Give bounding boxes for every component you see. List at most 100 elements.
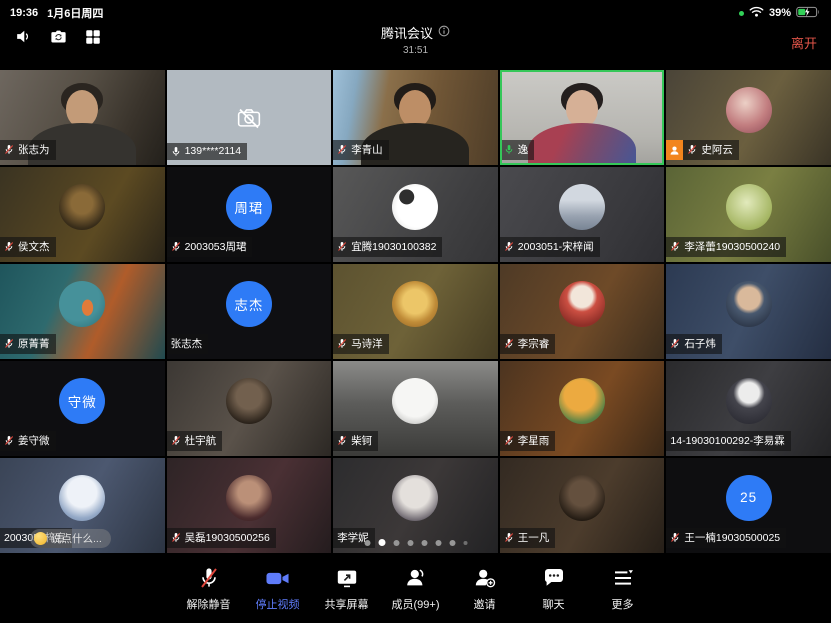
members-button[interactable]: 成员(99+) (392, 565, 440, 623)
participant-tile[interactable]: 志杰张志杰 (167, 264, 332, 359)
page-dot[interactable] (449, 540, 455, 546)
mic-status-icon (171, 435, 181, 446)
invite-button[interactable]: 邀请 (461, 565, 509, 623)
participant-name-tag: 宜腾19030100382 (333, 237, 442, 257)
tool-label: 聊天 (543, 596, 565, 612)
page-dot[interactable] (435, 540, 441, 546)
page-indicator[interactable] (364, 539, 467, 546)
participant-tile[interactable]: 石子炜 (666, 264, 831, 359)
chat-quick-bubble-text: 说点什么... (51, 531, 102, 546)
participant-tile[interactable]: 吴磊19030500256 (167, 458, 332, 553)
avatar (726, 378, 772, 424)
mic-status-icon (670, 241, 680, 252)
participant-tile[interactable]: 守微姜守微 (0, 361, 165, 456)
participant-name: 2003053周珺 (185, 239, 247, 254)
mic-status-icon (670, 338, 680, 349)
share-screen-button[interactable]: 共享屏幕 (323, 565, 371, 623)
participant-tile[interactable]: 14-19030100292-李易霖 (666, 361, 831, 456)
participant-tile[interactable]: 李泽蕾19030500240 (666, 167, 831, 262)
participant-tile[interactable]: 2003053梓宣说点什么... (0, 458, 165, 553)
chat-icon (542, 565, 566, 591)
avatar (559, 378, 605, 424)
participant-name-tag-body: 14-19030100292-李易霖 (666, 431, 790, 451)
participant-tile[interactable]: 杜宇航 (167, 361, 332, 456)
speaker-button[interactable] (14, 27, 33, 46)
participant-name: 马诗洋 (351, 336, 383, 351)
participant-name: 张志杰 (171, 336, 203, 351)
participant-tile[interactable]: 史阿云 (666, 70, 831, 165)
layout-grid-button[interactable] (84, 28, 102, 46)
mic-status-icon (504, 144, 514, 155)
participant-tile[interactable]: 王一凡 (500, 458, 665, 553)
participant-name-tag-body: 吴磊19030500256 (167, 528, 276, 548)
stop-video-button[interactable]: 停止视频 (254, 565, 302, 623)
participant-name-tag: 史阿云 (666, 140, 739, 160)
participant-name-tag: 石子炜 (666, 334, 722, 354)
participant-name: 王一楠19030500025 (684, 530, 780, 545)
avatar (226, 475, 272, 521)
page-dot[interactable] (364, 540, 370, 546)
participant-name: 吴磊19030500256 (185, 530, 270, 545)
participant-tile[interactable]: 逸 (500, 70, 665, 165)
clock-date: 1月6日周四 (47, 5, 103, 21)
unmute-button[interactable]: 解除静音 (185, 565, 233, 623)
participant-tile[interactable]: 侯文杰 (0, 167, 165, 262)
members-icon (404, 565, 428, 591)
participant-name-tag: 原菁菁 (0, 334, 56, 354)
more-button[interactable]: 更多 (599, 565, 647, 623)
participant-tile[interactable]: 原菁菁 (0, 264, 165, 359)
tool-label: 共享屏幕 (325, 596, 369, 612)
participant-name: 张志为 (18, 142, 50, 157)
participant-tile[interactable]: 周珺2003053周珺 (167, 167, 332, 262)
participant-name-tag: 李星雨 (500, 431, 556, 451)
participant-tile[interactable]: 2003051-宋梓闻 (500, 167, 665, 262)
page-dot[interactable] (407, 540, 413, 546)
participant-name: 原菁菁 (18, 336, 50, 351)
chat-quick-bubble[interactable]: 说点什么... (30, 529, 111, 548)
mic-status-icon (687, 144, 697, 155)
layout-grid-icon (84, 34, 102, 49)
participant-name-tag-body: 2003053周珺 (167, 237, 253, 257)
meeting-app-window: 19:36 1月6日周四 39% (0, 0, 831, 623)
participant-tile[interactable]: 李宗睿 (500, 264, 665, 359)
participant-tile[interactable]: 25王一楠19030500025 (666, 458, 831, 553)
camera-flip-button[interactable] (49, 27, 68, 46)
tool-label: 成员(99+) (392, 596, 440, 612)
participant-name-tag-body: 马诗洋 (333, 334, 389, 354)
participant-name-tag: 张志为 (0, 140, 56, 160)
host-badge-person-icon (666, 140, 683, 160)
chat-button[interactable]: 聊天 (530, 565, 578, 623)
mic-status-icon (171, 241, 181, 252)
tool-label: 更多 (612, 596, 634, 612)
participant-name-tag-body: 王一凡 (500, 528, 556, 548)
participant-name-tag-body: 原菁菁 (0, 334, 56, 354)
page-dot[interactable] (463, 541, 467, 545)
page-dot[interactable] (421, 540, 427, 546)
participant-tile[interactable]: 柴钶 (333, 361, 498, 456)
speaker-icon (14, 34, 33, 49)
page-dot[interactable] (378, 539, 385, 546)
participant-name: 柴钶 (351, 433, 372, 448)
avatar (59, 184, 105, 230)
avatar (559, 281, 605, 327)
participant-tile[interactable]: 马诗洋 (333, 264, 498, 359)
avatar (392, 475, 438, 521)
leave-meeting-button[interactable]: 离开 (791, 33, 817, 52)
participant-tile[interactable]: 李青山 (333, 70, 498, 165)
meeting-title: 腾讯会议 (381, 23, 433, 42)
participant-name-tag: 杜宇航 (167, 431, 223, 451)
avatar (559, 184, 605, 230)
participant-tile[interactable]: 李星雨 (500, 361, 665, 456)
participant-name-tag-body: 侯文杰 (0, 237, 56, 257)
participant-tile[interactable]: 张志为 (0, 70, 165, 165)
participant-name-tag-body: 李宗睿 (500, 334, 556, 354)
participant-name-tag-body: 石子炜 (666, 334, 722, 354)
invite-icon (473, 565, 497, 591)
tool-label: 邀请 (474, 596, 496, 612)
participant-name-tag: 侯文杰 (0, 237, 56, 257)
share-screen-icon (335, 565, 359, 591)
participant-tile[interactable]: 139****2114 (167, 70, 332, 165)
participant-tile[interactable]: 宜腾19030100382 (333, 167, 498, 262)
tool-label: 解除静音 (187, 596, 231, 612)
page-dot[interactable] (393, 540, 399, 546)
